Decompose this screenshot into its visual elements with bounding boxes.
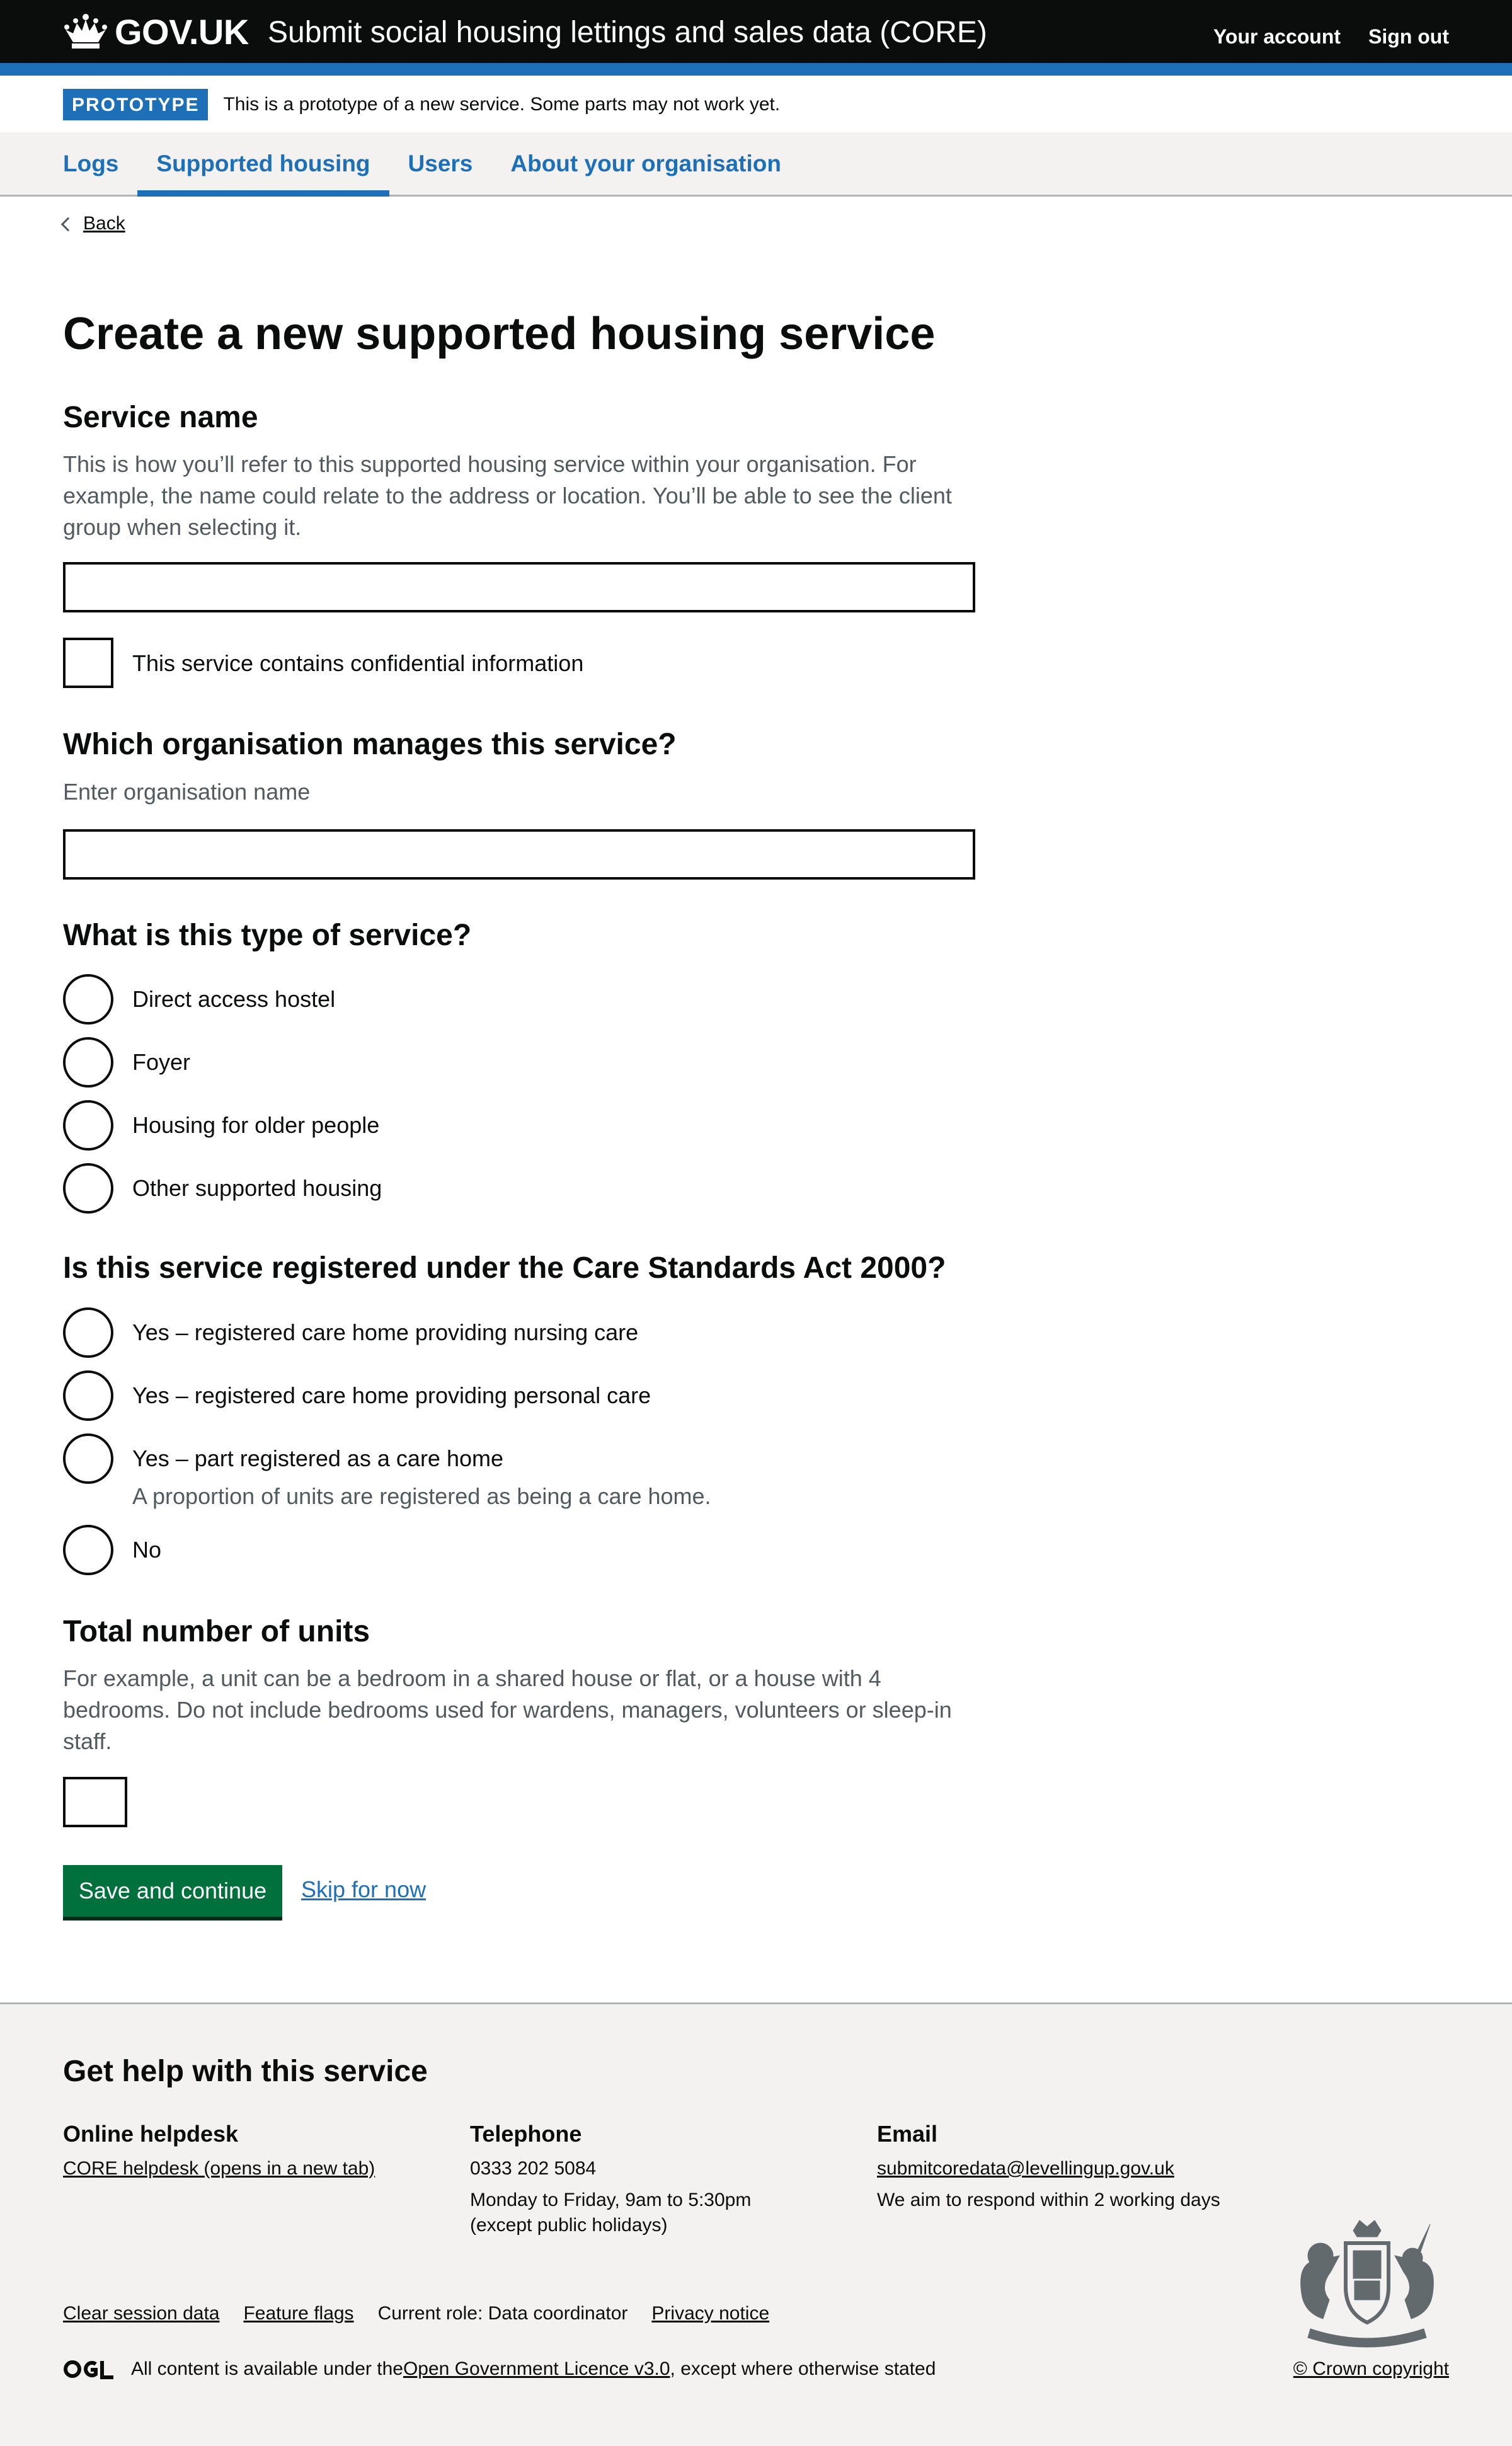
service-name-hint: This is how you’ll refer to this support… bbox=[63, 451, 952, 540]
nav-item-logs[interactable]: Logs bbox=[63, 132, 137, 195]
helpdesk-link[interactable]: CORE helpdesk (opens in a new tab) bbox=[63, 2156, 375, 2181]
service-name-heading: Service name bbox=[63, 401, 258, 434]
header-blue-bar bbox=[0, 63, 1512, 76]
telephone-hours: Monday to Friday, 9am to 5:30pm bbox=[470, 2190, 752, 2210]
phase-text: This is a prototype of a new service. So… bbox=[223, 94, 781, 115]
telephone-hours-note: (except public holidays) bbox=[470, 2215, 668, 2236]
govuk-logo[interactable]: GOV.UK bbox=[63, 9, 249, 54]
current-role: Current role: Data coordinator bbox=[377, 2303, 628, 2324]
radio-label-other-supported-housing[interactable]: Other supported housing bbox=[132, 1173, 382, 1204]
radio-direct-access-hostel[interactable] bbox=[63, 974, 113, 1025]
feature-flags-link[interactable]: Feature flags bbox=[243, 2301, 353, 2326]
email-heading: Email bbox=[877, 2121, 938, 2147]
email-note: We aim to respond within 2 working days bbox=[877, 2190, 1220, 2210]
nav-users-link[interactable]: Users bbox=[408, 151, 473, 177]
clear-session-link[interactable]: Clear session data bbox=[63, 2301, 219, 2326]
phase-tag: PROTOTYPE bbox=[63, 89, 209, 120]
nav-logs-link[interactable]: Logs bbox=[63, 151, 118, 177]
back-link[interactable]: Back bbox=[60, 213, 125, 234]
confidential-checkbox[interactable] bbox=[63, 638, 113, 688]
helpdesk-heading: Online helpdesk bbox=[63, 2121, 239, 2147]
footer-meta-links: Clear session data Feature flags Current… bbox=[63, 2301, 769, 2326]
logo-text: GOV.UK bbox=[115, 11, 249, 52]
service-name-input[interactable] bbox=[63, 562, 975, 612]
crown-copyright-link[interactable]: © Crown copyright bbox=[1293, 2357, 1449, 2382]
radio-label-nursing-care[interactable]: Yes – registered care home providing nur… bbox=[132, 1317, 638, 1348]
radio-no[interactable] bbox=[63, 1525, 113, 1575]
telephone-heading: Telephone bbox=[470, 2121, 582, 2147]
units-heading: Total number of units bbox=[63, 1615, 370, 1648]
royal-coat-of-arms-icon bbox=[1300, 2220, 1434, 2348]
radio-nursing-care[interactable] bbox=[63, 1307, 113, 1358]
nav-item-supported-housing[interactable]: Supported housing bbox=[137, 132, 389, 197]
crown-icon bbox=[64, 14, 107, 49]
service-name[interactable]: Submit social housing lettings and sales… bbox=[268, 13, 987, 53]
organisation-input[interactable] bbox=[63, 829, 975, 880]
telephone-number: 0333 202 5084 bbox=[470, 2158, 597, 2179]
page: GOV.UK Submit social housing lettings an… bbox=[0, 0, 1512, 2446]
licence-text-post: , except where otherwise stated bbox=[670, 2358, 936, 2379]
ogl-link[interactable]: Open Government Licence v3.0 bbox=[403, 2357, 670, 2382]
nav-supported-housing-link[interactable]: Supported housing bbox=[156, 151, 370, 177]
header-nav: Your account Sign out bbox=[1213, 23, 1449, 50]
units-hint: For example, a unit can be a bedroom in … bbox=[63, 1665, 952, 1754]
radio-label-part-registered[interactable]: Yes – part registered as a care home bbox=[132, 1443, 503, 1474]
radio-label-housing-older-people[interactable]: Housing for older people bbox=[132, 1110, 379, 1141]
nav-item-users[interactable]: Users bbox=[389, 132, 492, 195]
licence-text-pre: All content is available under the bbox=[131, 2358, 403, 2379]
radio-label-direct-access-hostel[interactable]: Direct access hostel bbox=[132, 984, 335, 1015]
radio-housing-older-people[interactable] bbox=[63, 1100, 113, 1151]
organisation-hint: Enter organisation name bbox=[63, 779, 311, 805]
skip-for-now-link[interactable]: Skip for now bbox=[301, 1874, 426, 1905]
back-link-label: Back bbox=[83, 213, 125, 234]
licence-statement: All content is available under the Open … bbox=[63, 2357, 936, 2382]
your-account-link[interactable]: Your account bbox=[1213, 23, 1341, 50]
footer-help-heading: Get help with this service bbox=[63, 2055, 428, 2088]
confidential-checkbox-label[interactable]: This service contains confidential infor… bbox=[132, 648, 583, 679]
site-header: GOV.UK Submit social housing lettings an… bbox=[0, 0, 1512, 63]
nav-item-about-organisation[interactable]: About your organisation bbox=[491, 132, 800, 195]
privacy-notice-link[interactable]: Privacy notice bbox=[651, 2301, 769, 2326]
primary-navigation: Logs Supported housing Users About your … bbox=[0, 132, 1512, 197]
radio-other-supported-housing[interactable] bbox=[63, 1163, 113, 1214]
nav-about-organisation-link[interactable]: About your organisation bbox=[510, 151, 781, 177]
page-title: Create a new supported housing service bbox=[63, 309, 936, 359]
radio-label-no[interactable]: No bbox=[132, 1534, 161, 1566]
part-registered-hint: A proportion of units are registered as … bbox=[132, 1483, 711, 1509]
ogl-logo-icon bbox=[64, 2360, 113, 2379]
units-input[interactable] bbox=[63, 1777, 127, 1827]
chevron-left-icon bbox=[60, 217, 76, 232]
radio-foyer[interactable] bbox=[63, 1037, 113, 1088]
care-standards-heading: Is this service registered under the Car… bbox=[63, 1251, 946, 1285]
radio-part-registered[interactable] bbox=[63, 1433, 113, 1484]
radio-personal-care[interactable] bbox=[63, 1370, 113, 1421]
radio-label-personal-care[interactable]: Yes – registered care home providing per… bbox=[132, 1380, 651, 1411]
radio-label-foyer[interactable]: Foyer bbox=[132, 1047, 190, 1078]
sign-out-link[interactable]: Sign out bbox=[1368, 23, 1449, 50]
save-and-continue-button[interactable]: Save and continue bbox=[63, 1865, 282, 1917]
email-link[interactable]: submitcoredata@levellingup.gov.uk bbox=[877, 2156, 1174, 2181]
service-type-heading: What is this type of service? bbox=[63, 919, 472, 952]
organisation-heading: Which organisation manages this service? bbox=[63, 728, 677, 761]
phase-banner: PROTOTYPE This is a prototype of a new s… bbox=[63, 88, 780, 121]
